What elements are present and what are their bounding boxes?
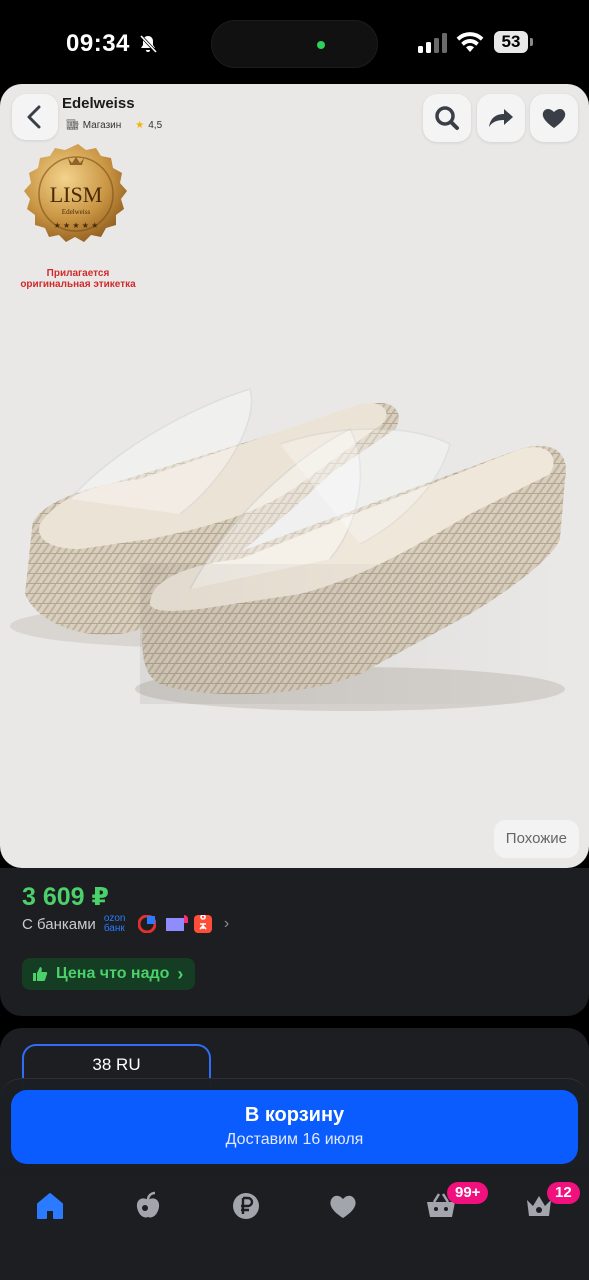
chevron-left-icon [27, 105, 41, 129]
favorite-button[interactable] [530, 94, 578, 142]
star-icon: ★ [135, 120, 145, 131]
tab-cart[interactable]: 99+ [421, 1182, 489, 1226]
cart-count-badge: 99+ [447, 1182, 489, 1204]
product-gallery[interactable]: Edelweiss 🏬︎ Магазин ★ 4,5 LISM Edelweis… [0, 84, 589, 868]
back-button[interactable] [12, 94, 58, 140]
status-time: 09:34 [66, 30, 130, 57]
search-button[interactable] [423, 94, 471, 142]
heart-icon [542, 109, 566, 128]
price-section: 3 609 ₽ С банками ozon банк › Цена что н… [0, 868, 589, 1016]
svg-text:★ ★ ★ ★ ★: ★ ★ ★ ★ ★ [54, 221, 99, 230]
similar-button[interactable]: Похожие [493, 820, 579, 858]
wifi-icon [456, 32, 484, 52]
store-icon: 🏬︎ [66, 120, 79, 131]
original-label-note: Прилагается оригинальная этикетка [20, 268, 136, 290]
share-icon [489, 109, 513, 127]
tab-favorites[interactable] [323, 1186, 363, 1226]
tab-bar: 99+ 12 [0, 1176, 589, 1280]
banks-label: С банками [22, 915, 96, 933]
bank-red-icon [137, 915, 156, 933]
apple-icon [136, 1191, 160, 1218]
good-price-label: Цена что надо [56, 965, 170, 982]
seal-sub: Edelweiss [62, 208, 91, 216]
delivery-date: Доставим 16 июля [225, 1131, 364, 1148]
tab-fresh[interactable] [128, 1186, 168, 1226]
home-icon [37, 1193, 63, 1219]
cellular-signal-icon [418, 33, 447, 53]
store-meta: 🏬︎ Магазин ★ 4,5 [66, 120, 162, 131]
price: 3 609 ₽ [22, 883, 109, 911]
store-type: Магазин [82, 120, 122, 131]
ozon-bank-logo: ozon банк [103, 913, 126, 934]
tab-finance[interactable] [226, 1186, 266, 1226]
good-price-badge[interactable]: Цена что надо › [22, 958, 196, 990]
bank-orange-icon [193, 915, 212, 933]
search-icon [435, 106, 459, 130]
profile-notifications-badge: 12 [547, 1182, 580, 1204]
battery-level: 53 [494, 31, 528, 53]
store-rating: 4,5 [148, 120, 163, 131]
bell-muted-icon [139, 34, 158, 54]
ruble-icon [233, 1193, 259, 1219]
chevron-right-icon: › [177, 963, 184, 984]
thumbs-up-icon [33, 967, 48, 981]
chevron-right-icon: › [223, 915, 230, 932]
brand-seal: LISM Edelweiss ★ ★ ★ ★ ★ [24, 144, 127, 242]
add-to-cart-label: В корзину [244, 1104, 345, 1126]
tab-profile[interactable]: 12 [519, 1182, 580, 1226]
dynamic-island [211, 20, 378, 68]
store-name[interactable]: Edelweiss [62, 95, 135, 112]
bank-purple-icon [165, 915, 188, 931]
heart-icon [330, 1195, 356, 1218]
status-bar: 09:34 53 [0, 0, 589, 84]
add-to-cart-button[interactable]: В корзину Доставим 16 июля [11, 1090, 578, 1164]
cart-sheet: В корзину Доставим 16 июля [0, 1078, 589, 1176]
battery-indicator: 53 [494, 31, 534, 53]
tab-home[interactable] [30, 1186, 70, 1226]
bank-offers-row[interactable]: С банками ozon банк › [22, 914, 229, 934]
share-button[interactable] [477, 94, 525, 142]
seal-brand: LISM [50, 182, 103, 207]
